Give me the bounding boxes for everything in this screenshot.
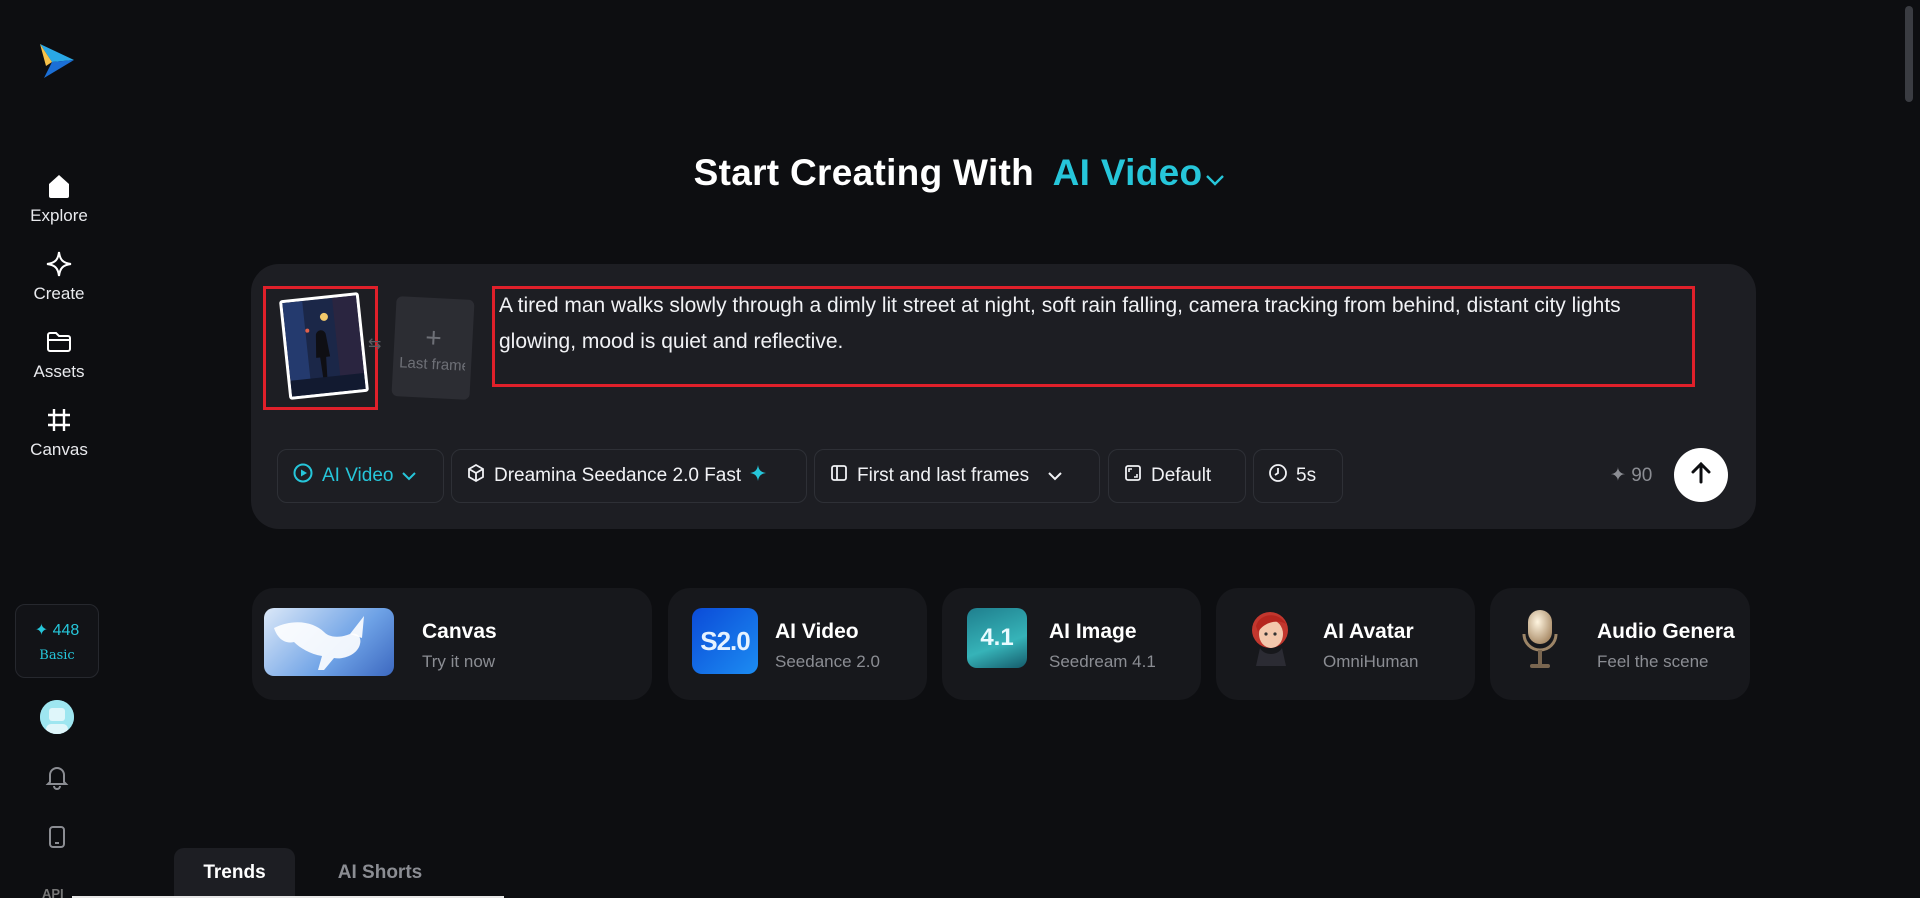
sidebar-item-label: Canvas	[30, 440, 88, 459]
scrollbar-thumb[interactable]	[1905, 6, 1913, 102]
folder-icon	[43, 326, 75, 358]
credit-cost: ✦ 90	[1610, 465, 1653, 486]
feature-subtitle: OmniHuman	[1323, 652, 1419, 671]
seedream-thumbnail: 4.1	[967, 608, 1027, 668]
feature-card-audio[interactable]: Audio Genera Feel the scene	[1490, 588, 1750, 700]
ratio-select[interactable]: Default	[1108, 449, 1246, 503]
aspect-ratio-icon	[1123, 463, 1143, 489]
ratio-select-label: Default	[1151, 465, 1212, 486]
feature-title: Audio Genera	[1597, 620, 1735, 643]
feature-subtitle: Seedance 2.0	[775, 652, 880, 671]
feature-card-ai-video[interactable]: S2.0 AI Video Seedance 2.0	[668, 588, 927, 700]
model-select[interactable]: Dreamina Seedance 2.0 Fast	[451, 449, 807, 503]
api-link[interactable]: API	[42, 886, 64, 898]
sidebar-item-label: Explore	[30, 206, 88, 225]
first-frame-thumbnail[interactable]	[278, 292, 370, 400]
credits-badge[interactable]: ✦ 448 Basic	[15, 604, 99, 678]
sidebar-item-create[interactable]: Create	[0, 248, 118, 304]
clock-icon	[1268, 463, 1288, 489]
sidebar-item-label: Assets	[33, 362, 85, 381]
submit-button[interactable]	[1674, 448, 1728, 502]
chevron-down-icon	[1204, 154, 1226, 196]
feature-subtitle: Seedream 4.1	[1049, 652, 1156, 671]
frames-select[interactable]: First and last frames	[814, 449, 1100, 503]
bell-icon[interactable]	[44, 764, 70, 790]
feature-title: AI Image	[1049, 620, 1137, 643]
avatar[interactable]	[40, 700, 74, 734]
feature-title: AI Avatar	[1323, 620, 1414, 643]
chevron-down-icon	[401, 465, 417, 487]
sidebar-item-label: Create	[33, 284, 85, 303]
last-frame-upload[interactable]: + Last frame	[391, 296, 475, 400]
video-play-icon	[292, 462, 314, 490]
plan-label: Basic	[39, 647, 75, 663]
feature-title: Canvas	[422, 620, 497, 643]
tab-trends[interactable]: Trends	[174, 848, 295, 898]
avatar-thumbnail	[1242, 604, 1298, 668]
mode-select[interactable]: AI Video	[277, 449, 444, 503]
duration-select-label: 5s	[1296, 465, 1317, 486]
tab-ai-shorts[interactable]: AI Shorts	[320, 848, 440, 898]
feature-card-canvas[interactable]: Canvas Try it now	[252, 588, 652, 700]
sidebar-item-canvas[interactable]: Canvas	[0, 404, 118, 460]
duration-select[interactable]: 5s	[1253, 449, 1343, 503]
mobile-icon[interactable]	[44, 824, 70, 850]
sidebar: Explore Create Assets Canvas ✦ 448 Basic	[0, 0, 118, 898]
credits-value: ✦ 448	[34, 621, 80, 639]
last-frame-label: Last frame	[398, 353, 466, 375]
frames-select-label: First and last frames	[857, 465, 1030, 486]
feature-card-ai-image[interactable]: 4.1 AI Image Seedream 4.1	[942, 588, 1201, 700]
seedance-thumbnail: S2.0	[692, 608, 758, 674]
sidebar-item-assets[interactable]: Assets	[0, 326, 118, 382]
seedance-badge: S2.0	[700, 625, 750, 656]
frames-icon	[829, 463, 849, 489]
title-prefix: Start Creating With	[693, 152, 1035, 193]
arrow-up-icon	[1688, 460, 1714, 491]
mode-select-label: AI Video	[322, 465, 394, 486]
canvas-thumbnail	[264, 608, 394, 676]
cube-icon	[466, 463, 486, 489]
feature-subtitle: Feel the scene	[1597, 652, 1709, 671]
plus-icon: +	[424, 321, 443, 353]
model-select-label: Dreamina Seedance 2.0 Fast	[494, 465, 742, 486]
crop-grid-icon	[43, 404, 75, 436]
page-title: Start Creating With AI Video	[0, 152, 1920, 196]
page: Explore Create Assets Canvas ✦ 448 Basic	[0, 0, 1920, 898]
swap-icon[interactable]: ⇆	[368, 334, 381, 354]
feature-title: AI Video	[775, 620, 859, 643]
feature-subtitle: Try it now	[422, 652, 496, 671]
mode-dropdown-label: AI Video	[1052, 152, 1203, 193]
seedream-badge: 4.1	[980, 624, 1014, 651]
logo-icon[interactable]	[36, 40, 78, 82]
sparkle-icon	[43, 248, 75, 280]
mode-dropdown[interactable]: AI Video	[1053, 152, 1227, 193]
feature-card-ai-avatar[interactable]: AI Avatar OmniHuman	[1216, 588, 1475, 700]
microphone-icon	[1512, 606, 1568, 672]
chevron-down-icon	[1047, 465, 1063, 487]
scrollbar[interactable]	[1902, 0, 1920, 898]
prompt-input[interactable]: A tired man walks slowly through a dimly…	[499, 288, 1689, 360]
sparkle-icon	[749, 464, 767, 488]
